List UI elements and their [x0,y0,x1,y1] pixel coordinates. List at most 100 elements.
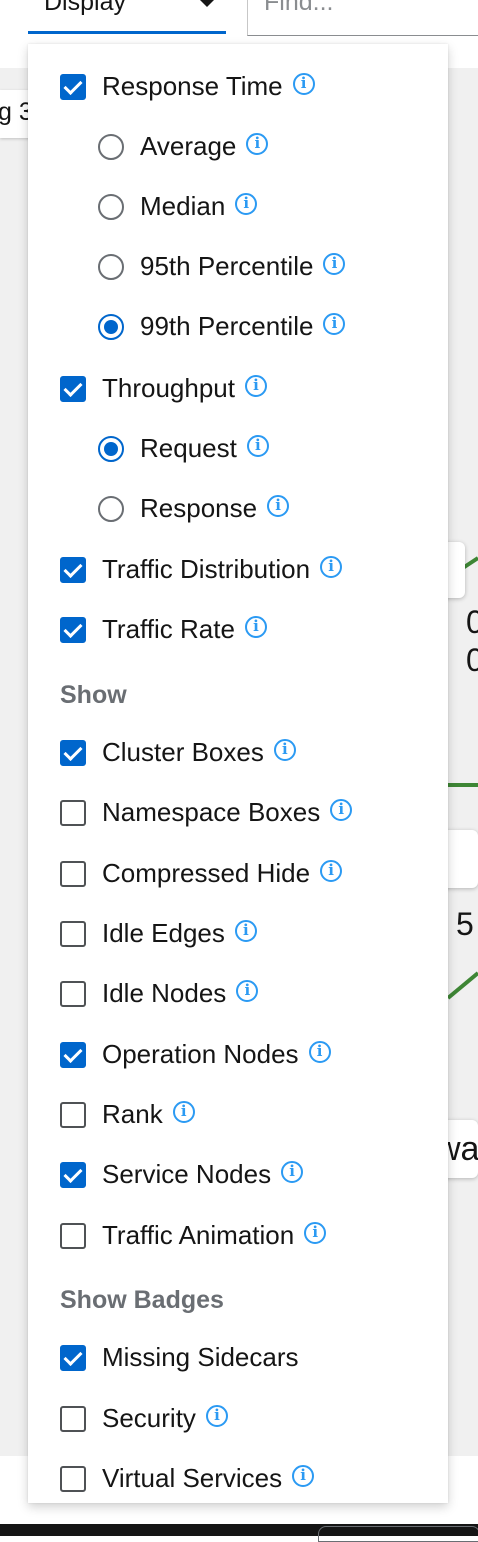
info-circle-icon[interactable]: i [330,799,353,822]
traffic-distribution-checkbox[interactable] [60,557,86,583]
menu-item-request[interactable]: Request i [28,424,448,474]
cluster-boxes-label-wrap: Cluster Boxes i [102,737,296,768]
menu-item-traffic-animation[interactable]: Traffic Animation i [28,1211,448,1261]
menu-item-99th-percentile[interactable]: 99th Percentile i [28,302,448,352]
info-circle-icon[interactable]: i [320,556,343,579]
menu-item-idle-edges[interactable]: Idle Edges i [28,909,448,959]
response-time-label-wrap: Response Time i [102,71,315,102]
average-label-wrap: Average i [140,131,269,162]
info-circle-icon[interactable]: i [246,133,269,156]
info-circle-icon[interactable]: i [304,1222,327,1245]
menu-item-operation-nodes[interactable]: Operation Nodes i [28,1030,448,1080]
menu-item-95th-percentile[interactable]: 95th Percentile i [28,242,448,292]
throughput-checkbox[interactable] [60,376,86,402]
info-circle-icon[interactable]: i [234,920,257,943]
display-dropdown-toggle[interactable]: Display [28,0,226,34]
menu-item-traffic-distribution[interactable]: Traffic Distribution i [28,545,448,595]
traffic-distribution-label: Traffic Distribution [102,554,311,584]
response-time-checkbox[interactable] [60,74,86,100]
rank-label-wrap: Rank i [102,1099,195,1130]
info-circle-icon[interactable]: i [323,313,346,336]
idle-edges-label: Idle Edges [102,918,225,948]
median-label: Median [140,191,226,221]
find-input[interactable]: Find... [247,0,478,36]
graph-edge [446,971,478,1000]
info-circle-icon[interactable]: i [273,739,296,762]
menu-item-cluster-boxes[interactable]: Cluster Boxes i [28,728,448,778]
95th-percentile-radio[interactable] [98,254,124,280]
menu-item-throughput[interactable]: Throughput i [28,364,448,414]
menu-item-response-time[interactable]: Response Time i [28,62,448,112]
response-time-label: Response Time [102,71,283,101]
info-circle-icon[interactable]: i [281,1161,304,1184]
idle-nodes-checkbox[interactable] [60,981,86,1007]
99th-percentile-radio[interactable] [98,314,124,340]
virtual-services-label: Virtual Services [102,1463,283,1493]
traffic-distribution-label-wrap: Traffic Distribution i [102,554,343,585]
menu-item-traffic-rate[interactable]: Traffic Rate i [28,605,448,655]
traffic-animation-label-wrap: Traffic Animation i [102,1220,327,1251]
security-checkbox[interactable] [60,1406,86,1432]
caret-down-icon [198,0,216,7]
throughput-label: Throughput [102,373,235,403]
traffic-animation-label: Traffic Animation [102,1220,295,1250]
info-circle-icon[interactable]: i [244,375,267,398]
security-label-wrap: Security i [102,1403,228,1434]
idle-edges-checkbox[interactable] [60,921,86,947]
service-nodes-label: Service Nodes [102,1159,272,1189]
bottom-strip [0,1524,478,1542]
info-circle-icon[interactable]: i [246,435,269,458]
menu-item-idle-nodes[interactable]: Idle Nodes i [28,969,448,1019]
traffic-rate-label: Traffic Rate [102,614,235,644]
rank-checkbox[interactable] [60,1102,86,1128]
virtual-services-checkbox[interactable] [60,1466,86,1492]
display-dropdown-label: Display [44,0,126,16]
operation-nodes-checkbox[interactable] [60,1042,86,1068]
service-nodes-checkbox[interactable] [60,1162,86,1188]
cluster-boxes-checkbox[interactable] [60,740,86,766]
rank-label: Rank [102,1099,163,1129]
info-circle-icon[interactable]: i [292,1465,315,1488]
menu-item-median[interactable]: Median i [28,182,448,232]
request-label-wrap: Request i [140,433,269,464]
namespace-boxes-checkbox[interactable] [60,800,86,826]
menu-item-virtual-services[interactable]: Virtual Services i [28,1454,448,1503]
info-circle-icon[interactable]: i [205,1405,228,1428]
menu-item-rank[interactable]: Rank i [28,1090,448,1140]
average-radio[interactable] [98,134,124,160]
traffic-animation-checkbox[interactable] [60,1223,86,1249]
info-circle-icon[interactable]: i [267,495,290,518]
menu-item-missing-sidecars[interactable]: Missing Sidecars [28,1333,448,1383]
throughput-label-wrap: Throughput i [102,373,267,404]
info-circle-icon[interactable]: i [323,253,346,276]
menu-item-service-nodes[interactable]: Service Nodes i [28,1150,448,1200]
info-circle-icon[interactable]: i [244,616,267,639]
median-radio[interactable] [98,194,124,220]
traffic-rate-label-wrap: Traffic Rate i [102,614,267,645]
menu-item-response[interactable]: Response i [28,484,448,534]
graph-edge-label: 0 [466,642,478,678]
info-circle-icon[interactable]: i [235,193,258,216]
missing-sidecars-label-wrap: Missing Sidecars [102,1342,299,1373]
median-label-wrap: Median i [140,191,258,222]
missing-sidecars-checkbox[interactable] [60,1345,86,1371]
info-circle-icon[interactable]: i [236,980,259,1003]
response-radio[interactable] [98,496,124,522]
traffic-rate-checkbox[interactable] [60,617,86,643]
info-circle-icon[interactable]: i [320,860,343,883]
info-circle-icon[interactable]: i [172,1101,195,1124]
info-circle-icon[interactable]: i [292,73,315,96]
response-label: Response [140,493,258,523]
request-radio[interactable] [98,436,124,462]
compressed-hide-label: Compressed Hide [102,858,311,888]
request-label: Request [140,433,237,463]
menu-item-security[interactable]: Security i [28,1394,448,1444]
compressed-hide-checkbox[interactable] [60,861,86,887]
95th-percentile-label: 95th Percentile [140,251,314,281]
section-heading-show-badges: Show Badges [60,1286,224,1314]
toolbar: Display Find... [0,0,478,44]
menu-item-namespace-boxes[interactable]: Namespace Boxes i [28,788,448,838]
info-circle-icon[interactable]: i [308,1041,331,1064]
menu-item-compressed-hide[interactable]: Compressed Hide i [28,849,448,899]
menu-item-average[interactable]: Average i [28,122,448,172]
